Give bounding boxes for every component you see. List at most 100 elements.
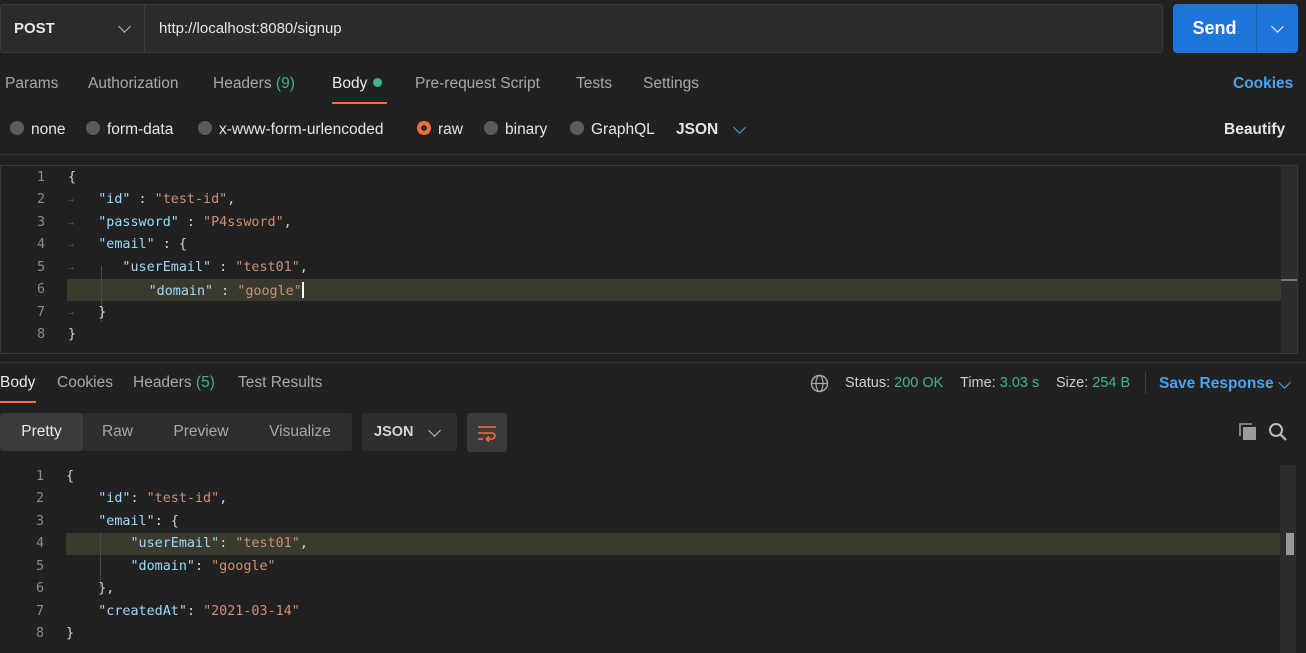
json-brace: { <box>66 469 75 484</box>
active-tab-underline <box>0 401 36 403</box>
json-value: "test-id" <box>154 192 228 207</box>
radio-form-data[interactable] <box>86 121 100 135</box>
response-body-viewer[interactable]: 1 2 3 4 5 6 7 8 { "id": "test-id", "emai… <box>0 465 1306 653</box>
scrollbar-thumb[interactable] <box>1286 533 1294 555</box>
send-options-chevron-icon[interactable] <box>1271 20 1284 33</box>
save-response-button[interactable]: Save Response <box>1159 375 1274 393</box>
json-key: "id" <box>98 491 131 506</box>
url-input[interactable]: http://localhost:8080/signup <box>159 20 342 37</box>
chevron-down-icon[interactable] <box>733 121 746 134</box>
line-number: 6 <box>35 581 44 596</box>
radio-binary[interactable] <box>484 121 498 135</box>
divider <box>0 154 1306 155</box>
wrap-lines-button[interactable] <box>467 413 507 452</box>
line-number: 2 <box>36 192 45 207</box>
response-tab-headers[interactable]: Headers (5) <box>133 374 215 392</box>
view-raw[interactable]: Raw <box>90 413 145 451</box>
json-line: → } <box>68 305 107 320</box>
tab-tests[interactable]: Tests <box>576 75 612 93</box>
view-visualize[interactable]: Visualize <box>258 413 342 451</box>
response-scrollbar[interactable] <box>1280 465 1296 653</box>
json-key: "userEmail" <box>122 260 212 275</box>
body-modified-dot <box>373 78 383 87</box>
search-icon[interactable] <box>1268 422 1288 442</box>
method-select[interactable]: POST <box>1 5 145 52</box>
json-key: "password" <box>98 215 179 230</box>
send-label: Send <box>1192 18 1237 38</box>
json-line: → "password" : "P4ssword", <box>68 215 292 230</box>
chevron-down-icon <box>118 20 131 33</box>
line-number: 1 <box>35 469 44 484</box>
active-tab-underline <box>332 102 387 104</box>
time-label: Time: <box>960 375 996 391</box>
radio-urlencoded[interactable] <box>198 121 212 135</box>
view-mode-segment: Pretty Raw Preview Visualize <box>0 413 352 451</box>
size-label: Size: <box>1056 375 1089 391</box>
format-select[interactable]: JSON <box>676 121 718 139</box>
scrollbar-marker <box>1281 279 1297 281</box>
json-line: "id": "test-id", <box>98 491 228 506</box>
response-tab-cookies[interactable]: Cookies <box>57 374 113 392</box>
wrap-icon <box>478 426 496 442</box>
send-button[interactable]: Send <box>1173 4 1298 53</box>
response-format-select[interactable]: JSON <box>362 413 457 451</box>
globe-icon[interactable] <box>810 374 829 393</box>
line-number: 7 <box>35 604 44 619</box>
editor-scrollbar[interactable] <box>1281 166 1297 353</box>
radio-graphql-label[interactable]: GraphQL <box>591 121 655 139</box>
cookies-link[interactable]: Cookies <box>1233 75 1293 93</box>
method-label: POST <box>14 20 55 37</box>
json-line: "domain" : "google" <box>148 282 304 299</box>
tab-headers[interactable]: Headers (9) <box>213 75 295 93</box>
size-info: Size: 254 B <box>1056 375 1130 391</box>
request-url-bar: POST http://localhost:8080/signup <box>0 4 1163 53</box>
json-key: "domain" <box>130 559 196 574</box>
tab-pre-request-script[interactable]: Pre-request Script <box>415 75 540 93</box>
chevron-down-icon[interactable] <box>1278 376 1291 389</box>
request-body-editor[interactable]: 1 2 3 4 5 6 7 8 { → "id" : "test-id", → … <box>0 165 1298 354</box>
status-value: 200 OK <box>894 375 944 391</box>
radio-urlencoded-label[interactable]: x-www-form-urlencoded <box>219 121 384 139</box>
radio-none-label[interactable]: none <box>31 121 65 139</box>
tab-body[interactable]: Body <box>332 75 383 93</box>
response-tab-test-results[interactable]: Test Results <box>238 374 322 392</box>
line-number: 8 <box>36 327 45 342</box>
json-key: "createdAt" <box>98 604 187 619</box>
radio-raw[interactable] <box>417 121 431 135</box>
status-label: Status: <box>845 375 891 391</box>
tab-authorization[interactable]: Authorization <box>88 75 178 93</box>
radio-graphql[interactable] <box>570 121 584 135</box>
divider <box>1145 372 1146 394</box>
json-brace: } <box>68 327 77 342</box>
status-info: Status: 200 OK <box>845 375 943 391</box>
json-key: "userEmail" <box>130 536 220 551</box>
size-value: 254 B <box>1092 375 1131 391</box>
json-line: "domain": "google" <box>130 559 276 574</box>
copy-icon[interactable] <box>1238 422 1258 442</box>
line-number: 5 <box>35 559 44 574</box>
radio-none[interactable] <box>10 121 24 135</box>
view-preview[interactable]: Preview <box>160 413 242 451</box>
line-number: 2 <box>35 491 44 506</box>
json-key: "domain" <box>148 284 214 299</box>
tab-settings[interactable]: Settings <box>643 75 699 93</box>
radio-raw-label[interactable]: raw <box>438 121 463 139</box>
json-line: }, <box>66 581 115 596</box>
tab-headers-count: (9) <box>275 75 295 92</box>
tab-headers-label: Headers <box>213 75 272 92</box>
view-pretty[interactable]: Pretty <box>0 413 83 451</box>
tab-params[interactable]: Params <box>5 75 58 93</box>
line-number: 3 <box>35 514 44 529</box>
json-line: → "id" : "test-id", <box>68 192 236 207</box>
response-tab-headers-count: (5) <box>195 374 215 391</box>
beautify-button[interactable]: Beautify <box>1224 121 1285 139</box>
chevron-down-icon <box>428 424 441 437</box>
line-number: 5 <box>36 260 45 275</box>
line-number: 6 <box>36 282 45 297</box>
response-tab-body[interactable]: Body <box>0 374 35 392</box>
json-value: "test01" <box>235 260 300 275</box>
json-value: "google" <box>237 284 302 299</box>
radio-binary-label[interactable]: binary <box>505 121 547 139</box>
radio-form-data-label[interactable]: form-data <box>107 121 173 139</box>
line-number: 3 <box>36 215 45 230</box>
